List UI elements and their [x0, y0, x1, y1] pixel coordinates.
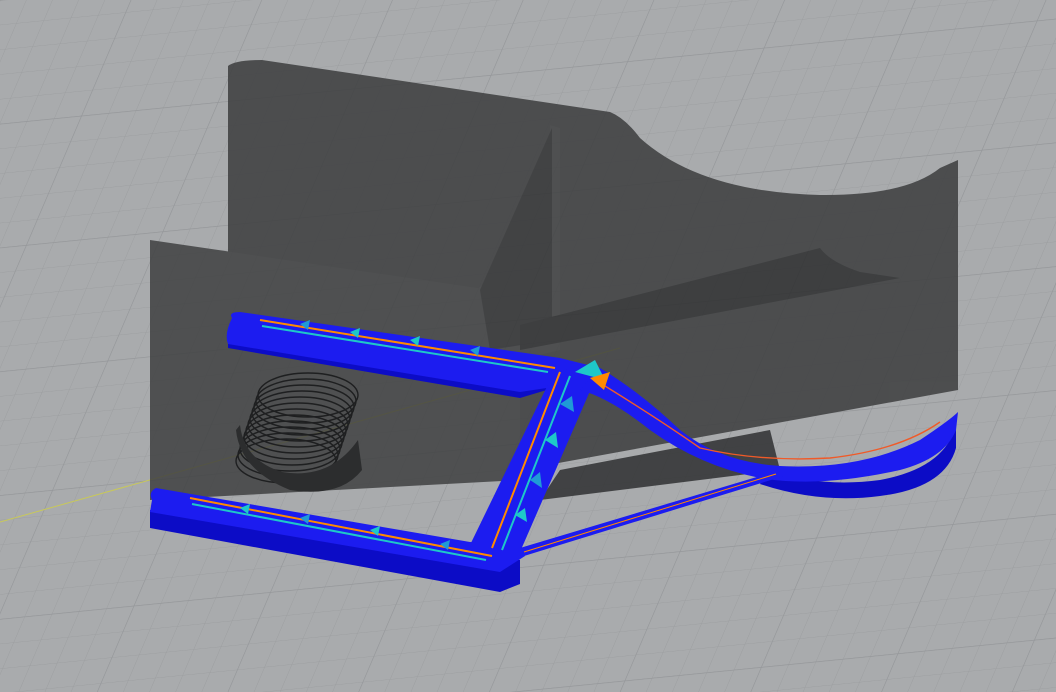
- 3d-viewport[interactable]: [0, 0, 1056, 692]
- viewport-canvas[interactable]: [0, 0, 1056, 692]
